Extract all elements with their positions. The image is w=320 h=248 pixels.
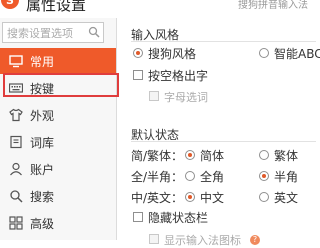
sidebar-item-account[interactable]: 账户 [0,156,116,182]
monitor-icon [9,55,23,68]
window-hint: 搜狗拼音输入法 [238,0,308,11]
settings-content: 输入风格 搜狗风格 智能ABC风 按空格出字 字母选词 默认状态 简/繁体： 简… [117,18,320,247]
space-output-label: 按空格出字 [148,69,209,83]
keyboard-icon [9,83,23,93]
title-bar: S 属性设置 搜狗拼音输入法 [0,0,320,18]
simplified-label: 简体 [200,149,225,163]
lang-label: 中/英文： [131,191,184,205]
show-icon-label: 显示输入法图标 [164,234,241,247]
sogou-logo-icon: S [1,0,19,9]
letter-select-checkbox[interactable] [149,91,159,101]
sidebar: 搜索设置选项 常用 按键 外观 词库 账户 搜索 高级 [0,18,117,240]
smart-abc-style-label: 智能ABC风 [274,47,320,61]
sidebar-item-dictionary[interactable]: 词库 [0,129,116,155]
sidebar-item-label: 高级 [30,217,55,231]
sidebar-item-label: 常用 [30,55,55,69]
help-icon[interactable]: ? [250,235,260,245]
section-divider [131,41,316,42]
traditional-label: 繁体 [274,149,299,163]
grid-icon [9,216,23,230]
search-placeholder: 搜索设置选项 [7,27,73,40]
shirt-icon [9,108,23,122]
english-radio[interactable] [259,192,269,202]
smart-abc-style-radio[interactable] [259,48,269,58]
sidebar-item-keys[interactable]: 按键 [0,75,116,101]
full-width-label: 全角 [200,170,225,184]
english-label: 英文 [274,191,299,205]
sogou-style-label: 搜狗风格 [148,47,197,61]
traditional-radio[interactable] [259,150,269,160]
chinese-radio[interactable] [185,192,195,202]
half-width-label: 半角 [274,170,299,184]
settings-search-input[interactable]: 搜索设置选项 [2,22,104,43]
sidebar-item-label: 按键 [30,82,55,96]
simplified-radio[interactable] [185,150,195,160]
sogou-style-radio[interactable] [133,48,143,58]
chinese-label: 中文 [200,191,225,205]
trad-label: 简/繁体： [131,149,184,163]
half-width-radio[interactable] [259,171,269,181]
space-output-checkbox[interactable] [133,70,143,80]
hide-status-label: 隐藏状态栏 [148,211,209,225]
show-icon-checkbox[interactable] [149,234,159,244]
user-icon [10,162,22,176]
sidebar-item-label: 外观 [30,109,55,123]
sidebar-item-advanced[interactable]: 高级 [0,210,116,236]
width-label: 全/半角： [131,170,184,184]
sidebar-item-label: 账户 [30,163,55,177]
sidebar-item-appearance[interactable]: 外观 [0,102,116,128]
sidebar-item-label: 搜索 [30,190,55,204]
letter-select-label: 字母选词 [164,91,208,104]
book-icon [10,135,22,149]
sidebar-item-common[interactable]: 常用 [0,48,116,74]
magnifier-icon [10,190,23,203]
full-width-radio[interactable] [185,171,195,181]
sidebar-item-search[interactable]: 搜索 [0,183,116,209]
search-icon[interactable] [88,26,100,38]
hide-status-checkbox[interactable] [133,212,143,222]
section-divider [131,141,316,142]
sidebar-item-label: 词库 [30,136,55,150]
window-title: 属性设置 [26,0,87,14]
